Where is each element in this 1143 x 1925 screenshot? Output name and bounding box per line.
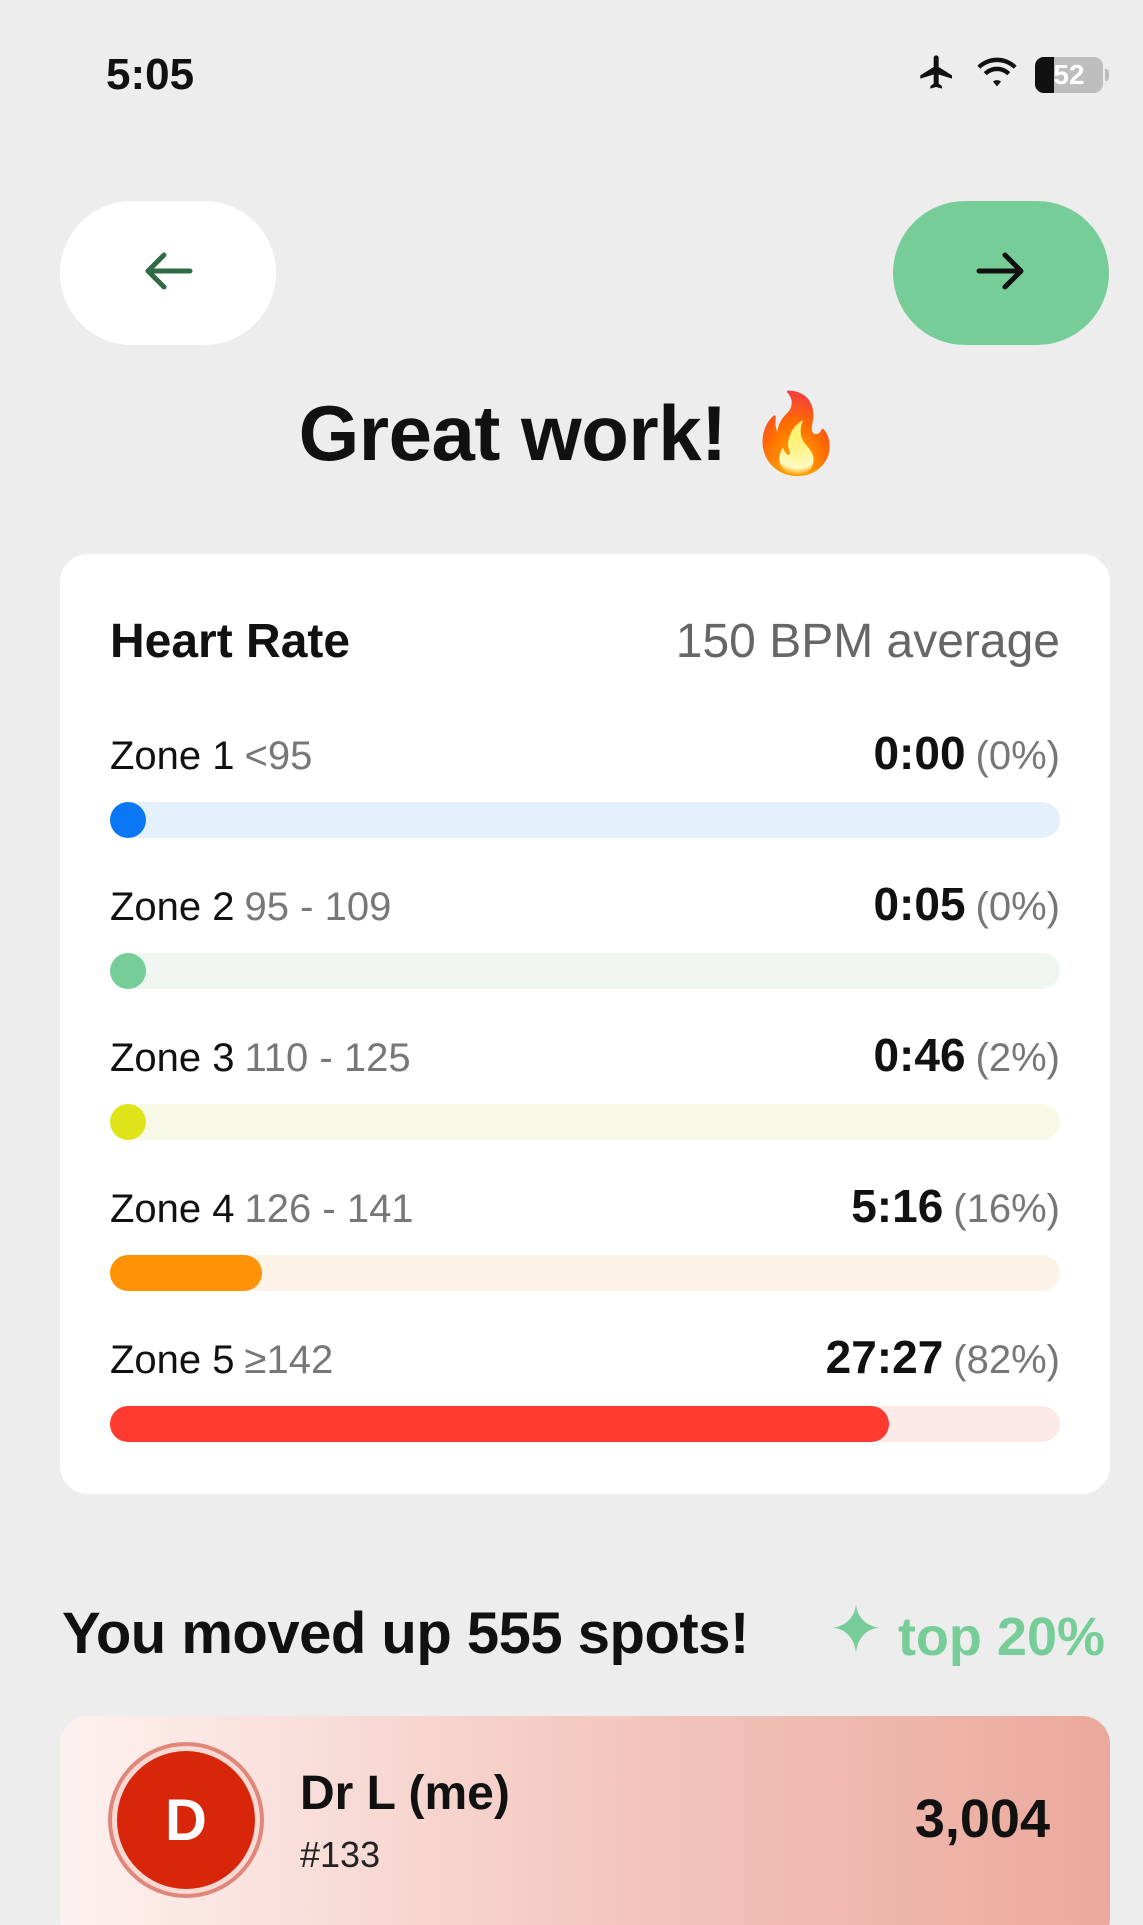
- zone-time: 5:16: [851, 1180, 944, 1232]
- workout-summary-screen: 5:05 52 Great work! 🔥 Heart Rate 150 BPM…: [0, 0, 1143, 1925]
- zone-name: Zone 3: [110, 1036, 235, 1080]
- user-name: Dr L (me): [300, 1767, 510, 1820]
- zone-range: ≥142: [244, 1338, 334, 1382]
- zone-name: Zone 4: [110, 1187, 235, 1231]
- airplane-mode-icon: [915, 52, 959, 97]
- status-time: 5:05: [106, 50, 195, 99]
- heart-rate-card: Heart Rate 150 BPM average Zone 1 <95 0:0…: [60, 554, 1110, 1494]
- heart-rate-header: Heart Rate 150 BPM average: [110, 614, 1060, 669]
- heart-rate-title: Heart Rate: [110, 615, 351, 668]
- zone-percent: (16%): [953, 1187, 1060, 1231]
- zone-name: Zone 1: [110, 734, 235, 778]
- zone-range: 95 - 109: [244, 885, 392, 929]
- zone-progress-fill: [110, 1406, 889, 1442]
- zone-progress-fill: [110, 953, 146, 989]
- zone-progress-fill: [110, 802, 146, 838]
- moved-up-heading: You moved up 555 spots!: [62, 1601, 749, 1666]
- zone-progress-track: [110, 1104, 1060, 1140]
- zone-2: Zone 2 95 - 109 0:05 (0%): [110, 877, 1060, 989]
- zone-progress-track: [110, 1406, 1060, 1442]
- zone-time: 0:00: [873, 727, 966, 779]
- zone-3: Zone 3 110 - 125 0:46 (2%): [110, 1028, 1060, 1140]
- zone-name: Zone 5: [110, 1338, 235, 1382]
- page-title: Great work! 🔥: [298, 389, 845, 477]
- avatar-initial: D: [117, 1751, 255, 1889]
- zone-name: Zone 2: [110, 885, 235, 929]
- battery-cap: [1105, 68, 1109, 81]
- zone-time: 27:27: [825, 1331, 944, 1383]
- arrow-right-icon: [975, 251, 1027, 296]
- top-percent-label: top 20%: [897, 1606, 1105, 1667]
- zone-progress-fill: [110, 1104, 146, 1140]
- back-button[interactable]: [60, 201, 276, 345]
- zone-range: 110 - 125: [244, 1036, 411, 1080]
- zone-percent: (82%): [953, 1338, 1060, 1382]
- top-percent-badge: top 20%: [828, 1602, 1105, 1671]
- zone-percent: (0%): [975, 885, 1060, 929]
- leaderboard-me-row[interactable]: D Dr L (me) #133 3,004: [60, 1716, 1110, 1925]
- zone-progress-track: [110, 802, 1060, 838]
- zone-range: <95: [244, 734, 313, 778]
- zone-range: 126 - 141: [244, 1187, 414, 1231]
- zone-time: 0:05: [873, 878, 966, 930]
- zone-percent: (2%): [975, 1036, 1060, 1080]
- user-rank: #133: [300, 1834, 381, 1875]
- zone-percent: (0%): [975, 734, 1060, 778]
- wifi-icon: [975, 54, 1019, 95]
- zone-5: Zone 5 ≥142 27:27 (82%): [110, 1330, 1060, 1442]
- heart-rate-average: 150 BPM average: [675, 615, 1060, 668]
- user-score: 3,004: [914, 1789, 1050, 1849]
- battery-indicator: 52: [1035, 56, 1103, 93]
- zone-1: Zone 1 <95 0:00 (0%): [110, 726, 1060, 838]
- zone-4: Zone 4 126 - 141 5:16 (16%): [110, 1179, 1060, 1291]
- avatar: D: [108, 1742, 264, 1898]
- zone-time: 0:46: [873, 1029, 966, 1081]
- zone-progress-fill: [110, 1255, 262, 1291]
- next-button[interactable]: [893, 201, 1109, 345]
- arrow-left-icon: [142, 251, 194, 296]
- sparkle-icon: [828, 1602, 884, 1671]
- zone-progress-track: [110, 953, 1060, 989]
- battery-level: 52: [1053, 58, 1085, 90]
- status-icons: 52: [915, 52, 1109, 97]
- zone-progress-track: [110, 1255, 1060, 1291]
